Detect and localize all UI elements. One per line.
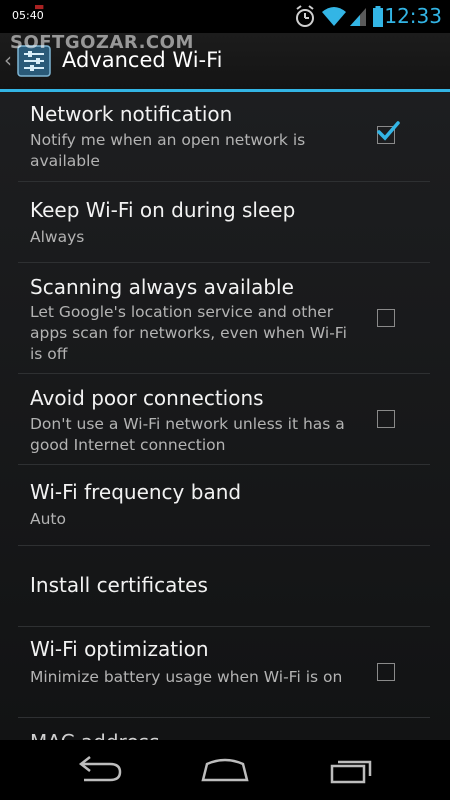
setting-wifi-optimization[interactable]: Wi-Fi optimization Minimize battery usag… (0, 627, 450, 717)
setting-network-notification[interactable]: Network notification Notify me when an o… (0, 92, 450, 181)
red-mark-icon: ▬ (34, 0, 45, 13)
battery-icon (373, 6, 383, 27)
setting-subtitle: Always (30, 228, 85, 246)
setting-title: MAC address (30, 730, 159, 740)
setting-title: Scanning always available (30, 275, 294, 299)
signal-icon (350, 8, 366, 26)
setting-scanning-always[interactable]: Scanning always available Let Google's l… (0, 263, 450, 373)
wifi-icon (322, 7, 346, 26)
page-title: Advanced Wi-Fi (62, 48, 223, 72)
network-notification-checkbox[interactable] (377, 121, 400, 144)
setting-title: Wi-Fi frequency band (30, 480, 242, 504)
setting-title: Install certificates (30, 573, 208, 597)
setting-mac-address[interactable]: MAC address (0, 718, 450, 740)
home-icon[interactable] (195, 752, 255, 788)
setting-title: Network notification (30, 102, 233, 126)
setting-keep-wifi-sleep[interactable]: Keep Wi-Fi on during sleep Always (0, 182, 450, 262)
setting-title: Avoid poor connections (30, 386, 264, 410)
setting-subtitle: Don't use a Wi-Fi network unless it has … (30, 415, 345, 454)
avoid-poor-connections-checkbox[interactable] (377, 410, 395, 428)
setting-frequency-band[interactable]: Wi-Fi frequency band Auto (0, 465, 450, 545)
setting-subtitle: Notify me when an open network is availa… (30, 131, 306, 170)
alarm-icon (296, 5, 314, 27)
setting-title: Wi-Fi optimization (30, 637, 209, 661)
setting-subtitle: Auto (30, 510, 66, 528)
setting-title: Keep Wi-Fi on during sleep (30, 198, 296, 222)
back-icon[interactable] (70, 752, 130, 788)
scanning-always-checkbox[interactable] (377, 309, 395, 327)
status-icons (296, 5, 383, 27)
status-time: 12:33 (384, 4, 442, 28)
wifi-optimization-checkbox[interactable] (377, 663, 395, 681)
setting-avoid-poor-connections[interactable]: Avoid poor connections Don't use a Wi-Fi… (0, 374, 450, 464)
setting-install-certificates[interactable]: Install certificates (0, 546, 450, 626)
setting-subtitle: Minimize battery usage when Wi-Fi is on (30, 668, 343, 686)
recents-icon[interactable] (322, 752, 382, 788)
checkmark-icon (377, 121, 400, 141)
setting-subtitle: Let Google's location service and other … (30, 303, 347, 363)
status-bar: 05:40 ▬ 12:33 (0, 0, 450, 33)
settings-list: Network notification Notify me when an o… (0, 92, 450, 740)
navigation-bar (0, 740, 450, 800)
